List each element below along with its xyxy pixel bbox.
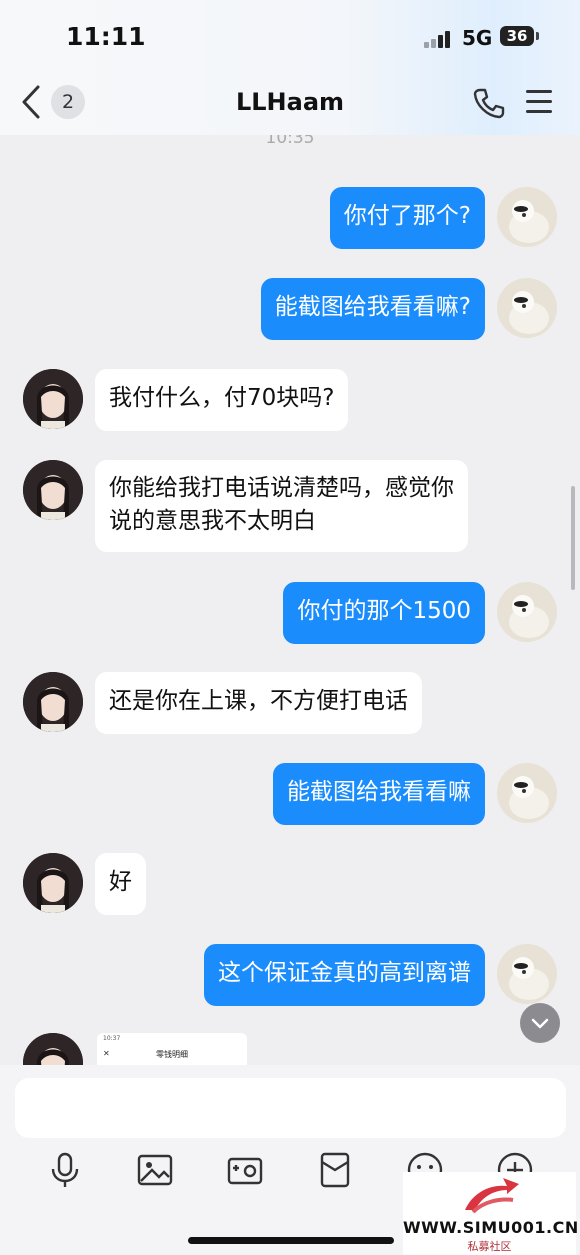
contact-avatar[interactable] (23, 1033, 83, 1065)
scrollbar[interactable] (571, 486, 575, 590)
battery-icon: 36 (500, 26, 534, 46)
contact-avatar[interactable] (23, 672, 83, 732)
image-message-preview[interactable]: 10:37 ✕ 零钱明细 (97, 1033, 247, 1065)
scroll-to-bottom-button[interactable] (520, 1003, 560, 1043)
my-avatar[interactable] (497, 187, 557, 247)
camera-icon[interactable] (225, 1150, 265, 1190)
contact-avatar[interactable] (23, 460, 83, 520)
watermark-subtitle: 私募社区 (467, 1240, 512, 1253)
message-timestamp: 10:35 (265, 135, 315, 148)
battery-tip (536, 32, 539, 40)
contact-avatar[interactable] (23, 369, 83, 429)
my-avatar[interactable] (497, 582, 557, 642)
phone-icon[interactable] (472, 86, 506, 120)
outgoing-message[interactable]: 你付了那个? (329, 187, 485, 249)
chevron-down-icon (531, 1018, 549, 1029)
image-icon[interactable] (135, 1150, 175, 1190)
outgoing-message[interactable]: 能截图给我看看嘛? (260, 278, 485, 340)
message-line: 说的意思我不太明白 (109, 508, 316, 534)
my-avatar[interactable] (497, 278, 557, 338)
network-label: 5G (462, 26, 493, 50)
message-list[interactable]: 10:35 你付了那个? 能截图给我看看嘛? 我付什么，付70块吗? 你能给我打… (0, 135, 580, 1065)
my-avatar[interactable] (497, 763, 557, 823)
signal-icon (424, 30, 454, 48)
microphone-icon[interactable] (45, 1150, 85, 1190)
message-line: 你能给我打电话说清楚吗，感觉你 (109, 475, 454, 501)
preview-time: 10:37 (103, 1035, 121, 1042)
contact-avatar[interactable] (23, 853, 83, 913)
outgoing-message[interactable]: 能截图给我看看嘛 (273, 763, 485, 825)
preview-title: 零钱明细 (156, 1050, 188, 1059)
incoming-message[interactable]: 好 (95, 853, 146, 915)
status-time: 11:11 (66, 22, 146, 51)
outgoing-message[interactable]: 这个保证金真的高到离谱 (204, 944, 485, 1006)
incoming-message[interactable]: 还是你在上课，不方便打电话 (95, 672, 422, 734)
my-avatar[interactable] (497, 944, 557, 1004)
outgoing-message[interactable]: 你付的那个1500 (283, 582, 485, 644)
menu-icon[interactable] (526, 90, 552, 114)
red-packet-icon[interactable] (315, 1150, 355, 1190)
watermark-text: WWW.SIMU001.CN (403, 1218, 579, 1237)
watermark-logo-icon (465, 1178, 519, 1214)
message-input[interactable] (15, 1078, 566, 1138)
home-indicator (188, 1237, 394, 1244)
watermark: WWW.SIMU001.CN 私募社区 (403, 1172, 579, 1255)
top-bar: 11:11 5G 36 2 LLHaam (0, 0, 580, 135)
incoming-message[interactable]: 你能给我打电话说清楚吗，感觉你 说的意思我不太明白 (95, 460, 468, 552)
incoming-message[interactable]: 我付什么，付70块吗? (95, 369, 349, 431)
